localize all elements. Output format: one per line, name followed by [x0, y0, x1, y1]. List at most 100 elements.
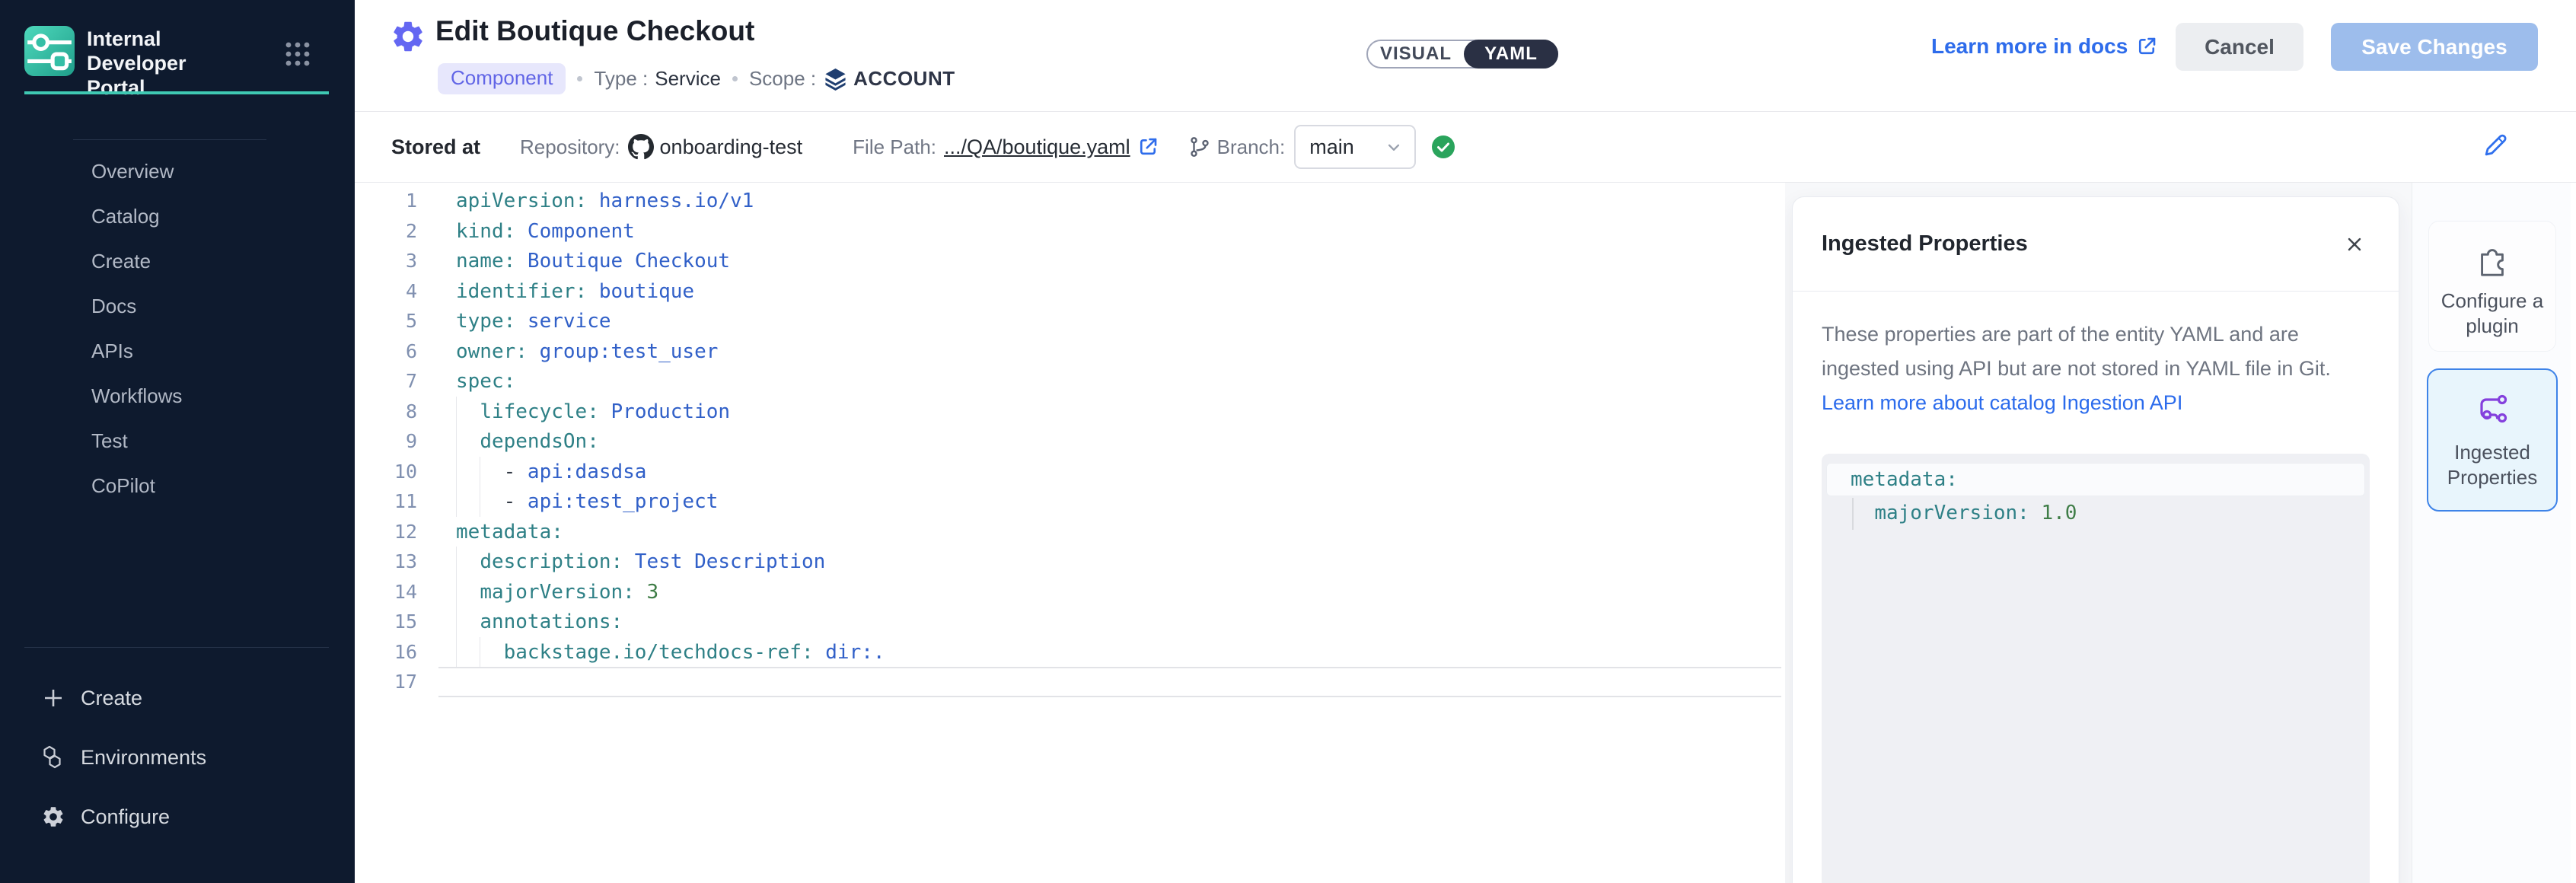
- editor-lines: 1apiVersion: harness.io/v12kind: Compone…: [355, 186, 1786, 697]
- editor-line[interactable]: 3name: Boutique Checkout: [355, 246, 1786, 276]
- editor-line[interactable]: 2kind: Component: [355, 216, 1786, 247]
- type-value: Service: [655, 67, 721, 91]
- editor-line[interactable]: 6owner: group:test_user: [355, 336, 1786, 367]
- line-number: 16: [355, 637, 417, 668]
- git-branch-icon: [1188, 135, 1211, 158]
- github-icon: [628, 134, 654, 160]
- indent-guide: [456, 426, 457, 457]
- ingested-properties-tab[interactable]: IngestedProperties: [2427, 368, 2558, 512]
- editor-line[interactable]: 9 dependsOn:: [355, 426, 1786, 457]
- tab-visual[interactable]: VISUAL: [1368, 41, 1464, 67]
- indent-guide: [456, 637, 457, 668]
- ingested-code-block: metadata: majorVersion: 1.0: [1822, 454, 2370, 883]
- brand-underline: [24, 91, 329, 94]
- puzzle-icon: [2475, 243, 2510, 278]
- stored-at-bar: Stored at Repository: onboarding-test Fi…: [355, 112, 2576, 183]
- editor-line[interactable]: 13 description: Test Description: [355, 547, 1786, 577]
- line-number: 10: [355, 457, 417, 487]
- check-circle-icon: [1431, 135, 1455, 159]
- editor-line[interactable]: 4identifier: boutique: [355, 276, 1786, 307]
- editor-line[interactable]: 1apiVersion: harness.io/v1: [355, 186, 1786, 216]
- sidebar-item-copilot[interactable]: CoPilot: [0, 464, 355, 508]
- editor-line[interactable]: 15 annotations:: [355, 607, 1786, 637]
- kind-badge: Component: [438, 63, 566, 94]
- indent-guide: [456, 607, 457, 637]
- cancel-button[interactable]: Cancel: [2176, 23, 2303, 71]
- sidebar-item-workflows[interactable]: Workflows: [0, 374, 355, 419]
- editor-line[interactable]: 16 backstage.io/techdocs-ref: dir:.: [355, 637, 1786, 668]
- branch-select[interactable]: main: [1294, 125, 1416, 169]
- layers-icon: [824, 67, 847, 91]
- scope-value: ACCOUNT: [853, 67, 955, 91]
- external-link-icon: [1137, 135, 1159, 158]
- line-number: 2: [355, 216, 417, 247]
- sidebar-item-overview[interactable]: Overview: [0, 149, 355, 194]
- line-number: 9: [355, 426, 417, 457]
- entity-meta: Component Type : Service Scope : ACCOUNT: [438, 64, 955, 93]
- ingested-code-line: majorVersion: 1.0: [1822, 496, 2370, 530]
- indent-guide: [1852, 498, 1854, 530]
- brand-title: Internal DeveloperPortal: [87, 27, 262, 100]
- editor-line[interactable]: 5type: service: [355, 306, 1786, 336]
- gear-icon: [41, 805, 65, 829]
- line-number: 7: [355, 366, 417, 397]
- indent-guide: [456, 397, 457, 427]
- file-path-label: File Path:: [853, 135, 936, 159]
- ingested-properties-panel: Ingested Properties These properties are…: [1785, 183, 2412, 883]
- sidebar-item-create[interactable]: Create: [0, 239, 355, 284]
- rail-card-label: IngestedProperties: [2447, 440, 2538, 490]
- sidebar-item-create-bottom[interactable]: Create: [0, 668, 355, 728]
- close-icon[interactable]: [2339, 229, 2370, 260]
- tab-yaml[interactable]: YAML: [1464, 40, 1558, 69]
- page-title: Edit Boutique Checkout: [435, 15, 754, 47]
- indent-guide: [456, 486, 457, 517]
- sidebar-item-docs[interactable]: Docs: [0, 284, 355, 329]
- editor-line[interactable]: 11 - api:test_project: [355, 486, 1786, 517]
- panel-description: These properties are part of the entity …: [1822, 317, 2347, 386]
- line-number: 15: [355, 607, 417, 637]
- line-number: 14: [355, 577, 417, 607]
- brand: Internal DeveloperPortal: [24, 26, 262, 100]
- sidebar-divider: [73, 139, 266, 140]
- sidebar-item-catalog[interactable]: Catalog: [0, 194, 355, 239]
- sidebar-nav: OverviewCatalogCreateDocsAPIsWorkflowsTe…: [0, 149, 355, 508]
- edit-pencil-icon[interactable]: [2480, 130, 2511, 161]
- configure-plugin-card[interactable]: Configure aplugin: [2428, 221, 2556, 352]
- learn-more-docs-link[interactable]: Learn more in docs: [1931, 23, 2158, 70]
- dot-separator-icon: [577, 76, 582, 81]
- save-changes-button[interactable]: Save Changes: [2331, 23, 2538, 71]
- file-path-link[interactable]: .../QA/boutique.yaml: [944, 135, 1159, 159]
- right-rail: Configure aplugin IngestedProperties: [2412, 183, 2571, 883]
- repository-label: Repository:: [520, 135, 620, 159]
- repository-value: onboarding-test: [660, 135, 803, 159]
- idp-logo-icon: [24, 26, 75, 76]
- chevron-down-icon: [1384, 137, 1404, 157]
- yaml-editor[interactable]: 1apiVersion: harness.io/v12kind: Compone…: [355, 183, 1786, 883]
- editor-line[interactable]: 8 lifecycle: Production: [355, 397, 1786, 427]
- sidebar-footer: Create Environments Configure: [0, 668, 355, 846]
- panel-body: These properties are part of the entity …: [1793, 292, 2399, 883]
- editor-line[interactable]: 12metadata:: [355, 517, 1786, 547]
- rail-card-label: Configure aplugin: [2441, 288, 2543, 339]
- entity-gear-icon: [390, 18, 426, 55]
- apps-grid-icon[interactable]: [283, 38, 312, 67]
- sidebar-item-apis[interactable]: APIs: [0, 329, 355, 374]
- editor-line[interactable]: 7spec:: [355, 366, 1786, 397]
- active-line-highlight: [438, 667, 1781, 697]
- sidebar-item-test[interactable]: Test: [0, 419, 355, 464]
- ingestion-api-link[interactable]: Learn more about catalog Ingestion API: [1822, 386, 2370, 420]
- type-label: Type :: [594, 67, 648, 91]
- panel-title: Ingested Properties: [1822, 231, 2028, 257]
- sidebar-item-configure[interactable]: Configure: [0, 787, 355, 846]
- sidebar-footer-label: Create: [81, 687, 142, 710]
- panel-code-lines: metadata: majorVersion: 1.0: [1822, 463, 2370, 530]
- line-number: 11: [355, 486, 417, 517]
- ingested-properties-card: Ingested Properties These properties are…: [1792, 196, 2399, 883]
- line-number: 17: [355, 667, 417, 697]
- editor-line[interactable]: 10 - api:dasdsa: [355, 457, 1786, 487]
- editor-line[interactable]: 14 majorVersion: 3: [355, 577, 1786, 607]
- line-number: 1: [355, 186, 417, 216]
- sidebar-item-environments[interactable]: Environments: [0, 728, 355, 787]
- ingest-icon: [2474, 393, 2511, 429]
- line-number: 8: [355, 397, 417, 427]
